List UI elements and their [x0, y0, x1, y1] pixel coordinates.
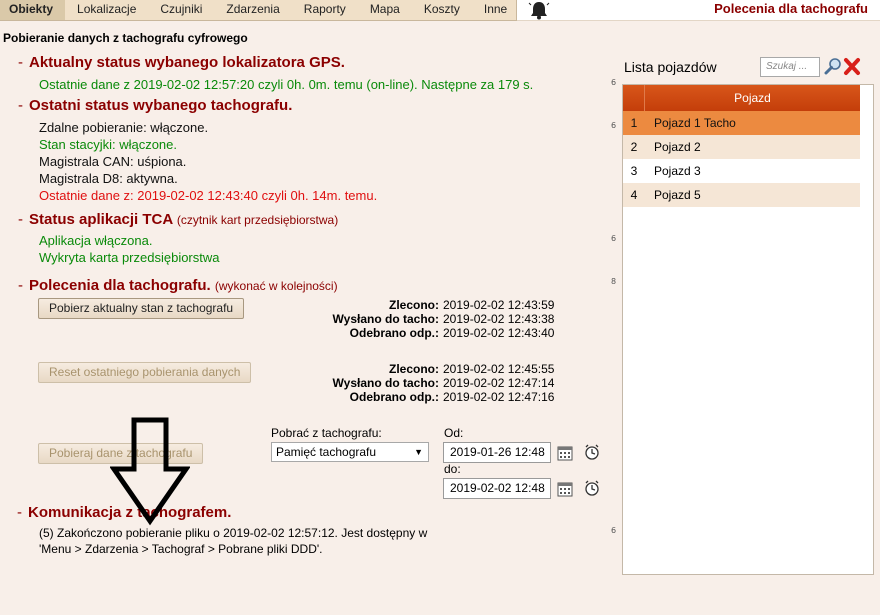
main-heading: Pobieranie danych z tachografu cyfrowego: [3, 31, 248, 45]
tacho-status-line: Zdalne pobieranie: włączone.: [39, 120, 209, 135]
from-label: Od:: [444, 426, 464, 440]
clock-icon[interactable]: [584, 444, 600, 460]
vehicle-row-number: 3: [630, 164, 638, 178]
tab-inne[interactable]: Inne: [472, 0, 519, 20]
from-date-input[interactable]: 2019-01-26 12:48: [443, 442, 551, 463]
gps-title: Aktualny status wybanego lokalizatora GP…: [29, 54, 345, 71]
vehicle-row[interactable]: 4 Pojazd 5: [623, 183, 860, 207]
vehicle-row-number: 1: [630, 116, 638, 130]
margin-mark: 6: [611, 121, 617, 130]
vehicle-row[interactable]: 1 Pojazd 1 Tacho: [623, 111, 860, 135]
tca-section-title: - Status aplikacji TCA (czytnik kart prze…: [18, 211, 339, 228]
vehicle-row-name: Pojazd 5: [654, 188, 701, 202]
top-menu-bar: Obiekty Lokalizacje Czujniki Zdarzenia R…: [0, 0, 880, 21]
gps-status-line: Ostatnie dane z 2019-02-02 12:57:20 czyl…: [39, 77, 534, 92]
tab-obiekty[interactable]: Obiekty: [0, 0, 66, 20]
tab-koszty[interactable]: Koszty: [412, 0, 472, 20]
commands-note: (wykonać w kolejności): [214, 279, 338, 293]
tacho-status-line: Ostatnie dane z: 2019-02-02 12:43:40 czy…: [39, 188, 378, 203]
margin-mark: 6: [611, 526, 617, 535]
calendar-icon[interactable]: [557, 445, 573, 461]
vehicle-row-name: Pojazd 3: [654, 164, 701, 178]
tca-title: Status aplikacji TCA: [29, 211, 173, 228]
vehicle-table-header: Pojazd: [623, 85, 860, 111]
commands-title: Polecenia dla tachografu.: [29, 277, 211, 294]
download-source-select[interactable]: Pamięć tachografu ▼: [271, 442, 429, 462]
tab-czujniki[interactable]: Czujniki: [148, 0, 214, 20]
received-value: 2019-02-02 12:47:16: [443, 390, 555, 404]
tca-status-line: Wykryta karta przedsiębiorstwa: [39, 250, 220, 265]
vehicle-list-panel: Pojazd 1 Pojazd 1 Tacho 2 Pojazd 2 3 Poj…: [622, 84, 874, 575]
sent-value: 2019-02-02 12:43:38: [443, 312, 555, 326]
tacho-title: Ostatni status wybanego tachografu.: [29, 97, 293, 114]
tca-status-line: Aplikacja włączona.: [39, 233, 153, 248]
received-label: Odebrano odp.:: [349, 326, 439, 340]
vehicle-column-header[interactable]: Pojazd: [645, 85, 860, 111]
to-date-input[interactable]: 2019-02-02 12:48: [443, 478, 551, 499]
tab-lokalizacje[interactable]: Lokalizacje: [65, 0, 148, 20]
vehicle-row-name: Pojazd 1 Tacho: [654, 116, 736, 130]
reset-download-button[interactable]: Reset ostatniego pobierania danych: [38, 362, 252, 383]
ordered-value: 2019-02-02 12:43:59: [443, 298, 555, 312]
chevron-down-icon: ▼: [414, 447, 423, 457]
clock-icon[interactable]: [584, 480, 600, 496]
tab-zdarzenia[interactable]: Zdarzenia: [214, 0, 291, 20]
margin-mark: 6: [611, 78, 617, 87]
gps-section-title: - Aktualny status wybanego lokalizatora G…: [18, 54, 345, 71]
tab-raporty[interactable]: Raporty: [292, 0, 358, 20]
download-source-label: Pobrać z tachografu:: [271, 426, 382, 440]
cmd1-timestamps: Zlecono: 2019-02-02 12:43:59 Wysłano do t…: [309, 298, 555, 340]
tacho-section-title: - Ostatni status wybanego tachografu.: [18, 97, 293, 114]
row-number-header: [623, 85, 645, 111]
cmd2-timestamps: Zlecono: 2019-02-02 12:45:55 Wysłano do t…: [309, 362, 555, 404]
tab-mapa[interactable]: Mapa: [358, 0, 412, 20]
vehicle-row[interactable]: 3 Pojazd 3: [623, 159, 860, 183]
fetch-status-button[interactable]: Pobierz aktualny stan z tachografu: [38, 298, 245, 319]
vehicle-search-input[interactable]: Szukaj ...: [760, 57, 820, 77]
download-source-value: Pamięć tachografu: [276, 445, 377, 459]
received-value: 2019-02-02 12:43:40: [443, 326, 555, 340]
clear-search-icon[interactable]: [843, 57, 861, 76]
vehicle-row-name: Pojazd 2: [654, 140, 701, 154]
vehicle-row-number: 4: [630, 188, 638, 202]
ordered-label: Zlecono:: [389, 362, 439, 376]
ordered-label: Zlecono:: [389, 298, 439, 312]
commands-section-title: - Polecenia dla tachografu. (wykonać w ko…: [18, 277, 338, 294]
comm-message: (5) Zakończono pobieranie pliku o 2019-0…: [39, 526, 428, 556]
margin-mark: 8: [611, 277, 617, 286]
arrow-down-icon: [110, 417, 190, 526]
page-title: Polecenia dla tachografu: [714, 1, 868, 16]
vehicle-row[interactable]: 2 Pojazd 2: [623, 135, 860, 159]
margin-mark: 6: [611, 234, 617, 243]
tacho-status-line: Magistrala CAN: uśpiona.: [39, 154, 187, 169]
sent-label: Wysłano do tacho:: [332, 312, 439, 326]
tacho-status-line: Magistrala D8: aktywna.: [39, 171, 178, 186]
bell-icon[interactable]: [528, 0, 550, 20]
calendar-icon[interactable]: [557, 481, 573, 497]
tca-note: (czytnik kart przedsiębiorstwa): [176, 213, 339, 227]
vehicle-list-title: Lista pojazdów: [624, 59, 717, 75]
ordered-value: 2019-02-02 12:45:55: [443, 362, 555, 376]
received-label: Odebrano odp.:: [349, 390, 439, 404]
tacho-status-line: Stan stacyjki: włączone.: [39, 137, 178, 152]
search-icon[interactable]: [824, 57, 843, 76]
sent-value: 2019-02-02 12:47:14: [443, 376, 555, 390]
menu-tabs: Obiekty Lokalizacje Czujniki Zdarzenia R…: [0, 0, 517, 21]
vehicle-row-number: 2: [630, 140, 638, 154]
to-label: do:: [444, 462, 461, 476]
sent-label: Wysłano do tacho:: [332, 376, 439, 390]
